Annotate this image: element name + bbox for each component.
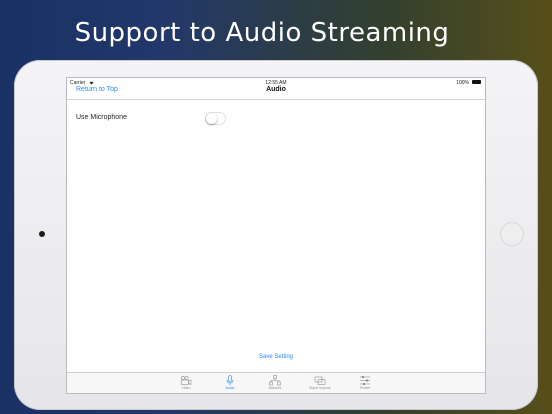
ipad-frame: Carrier 12:55 AM 100% Return to Top Audi…	[14, 60, 538, 410]
home-button[interactable]	[500, 222, 524, 246]
tab-audio[interactable]: Audio	[212, 373, 248, 393]
tab-audio-label: Audio	[225, 386, 235, 390]
page-title: Audio	[266, 86, 286, 93]
tab-super-impose[interactable]: Super Impose	[302, 373, 338, 393]
tab-super-impose-label: Super Impose	[309, 386, 331, 390]
tab-network-label: Network	[268, 386, 282, 390]
video-camera-icon	[181, 376, 192, 385]
tab-video-label: Video	[181, 386, 191, 390]
camera-dot	[39, 231, 45, 237]
use-microphone-row: Use Microphone	[67, 105, 485, 129]
use-microphone-label: Use Microphone	[76, 114, 127, 121]
tab-preset-label: Preset	[359, 386, 371, 390]
network-icon	[269, 375, 281, 386]
tab-network[interactable]: Network	[257, 373, 293, 393]
sliders-icon	[360, 376, 370, 385]
headline: Support to Audio Streaming	[74, 18, 450, 48]
tab-bar: Video Audio Network Super Impose Preset	[67, 372, 485, 393]
use-microphone-toggle[interactable]	[205, 112, 226, 125]
microphone-icon	[226, 375, 234, 386]
tab-preset[interactable]: Preset	[347, 373, 383, 393]
tab-video[interactable]: Video	[168, 373, 204, 393]
battery-icon	[472, 80, 481, 84]
status-bar: Carrier 12:55 AM 100%	[67, 78, 485, 86]
save-setting-button[interactable]: Save Setting	[67, 354, 485, 360]
app-screen: Carrier 12:55 AM 100% Return to Top Audi…	[67, 78, 485, 393]
toggle-knob	[206, 113, 217, 124]
navigation-bar: Return to Top Audio	[67, 86, 485, 100]
super-impose-icon	[314, 376, 326, 385]
